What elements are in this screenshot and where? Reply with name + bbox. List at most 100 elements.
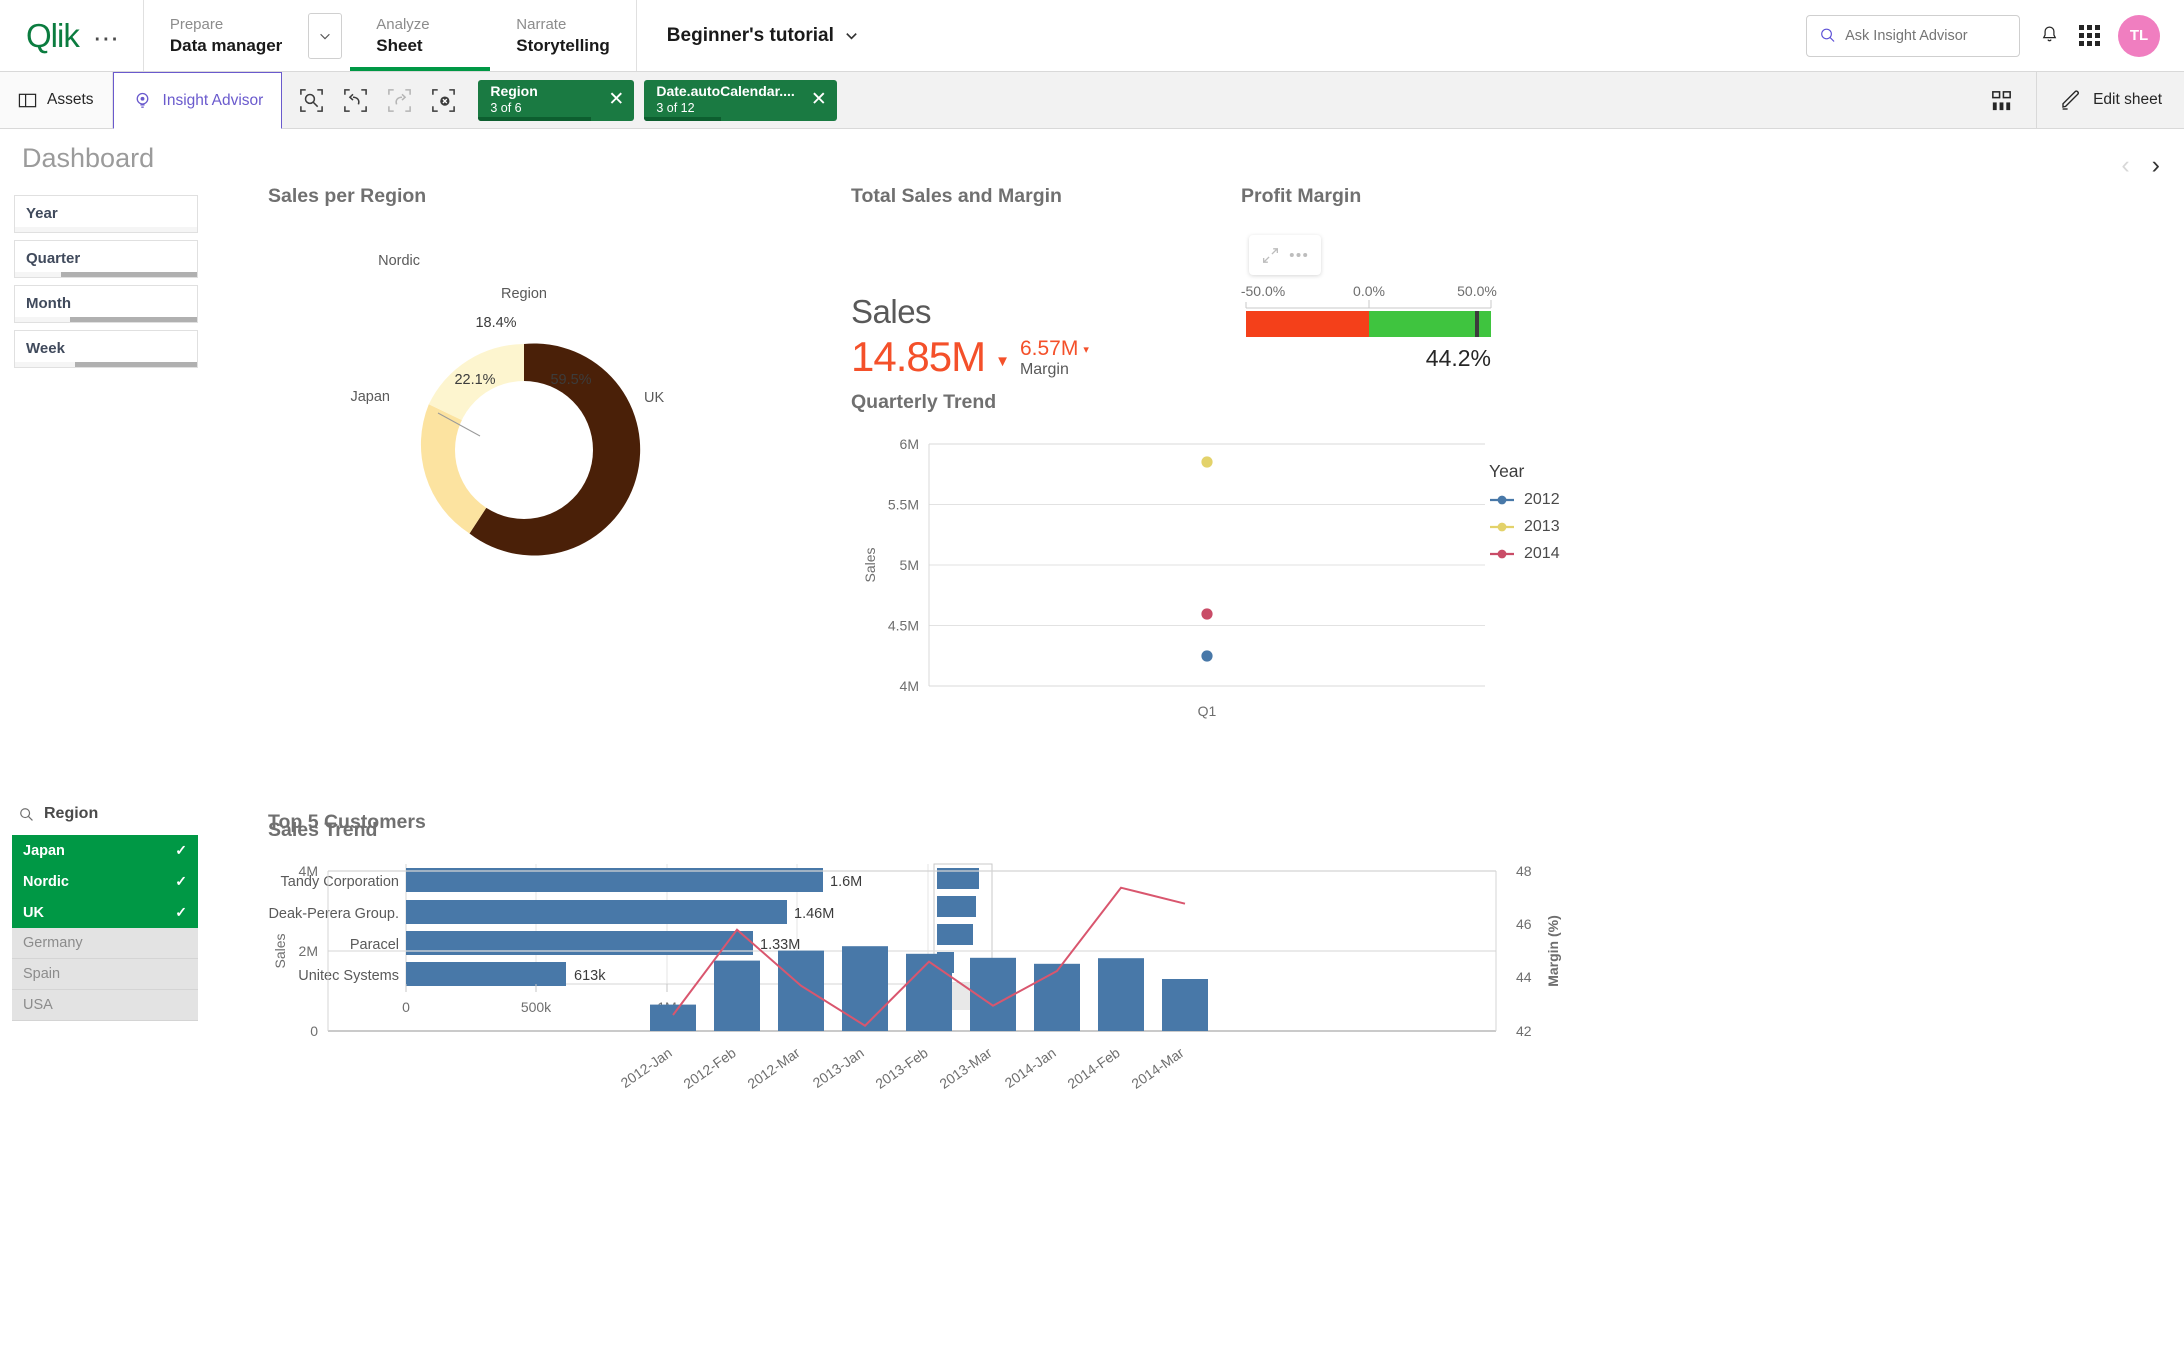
chip-fill-bar [644, 116, 722, 121]
bar-2012-feb[interactable] [714, 960, 760, 1031]
bar-2012-mar[interactable] [778, 950, 824, 1031]
clear-all-selections-icon [431, 88, 455, 112]
chip-field-name: Region [490, 82, 538, 99]
combo-y-ticks-right: 48 46 44 42 [1495, 863, 1532, 1039]
filter-track [15, 227, 197, 232]
nav-prepare-data-manager[interactable]: Prepare Data manager [144, 0, 308, 71]
chip-count: 3 of 12 [656, 100, 695, 115]
assets-panel-toggle[interactable]: Assets [0, 72, 113, 128]
bar-2013-feb[interactable] [906, 953, 952, 1031]
kpi-main-value: 14.85M [851, 333, 986, 380]
nav-analyze-sheet[interactable]: Analyze Sheet [350, 0, 491, 71]
viz-sales-per-region[interactable]: Sales per Region Region Nordic Japan UK … [268, 185, 838, 585]
nav-dropdown-button[interactable] [308, 12, 343, 59]
selection-search-icon [299, 88, 323, 112]
nav-narrate-main: Storytelling [516, 35, 610, 55]
scatter-point-2013[interactable] [1201, 456, 1213, 468]
legend-item-2013[interactable]: 2013 [1489, 518, 1560, 536]
gauge-value-label: 44.2% [1426, 345, 1491, 371]
nav-analyze-main: Sheet [376, 35, 423, 55]
filter-box-quarter[interactable]: Quarter [14, 240, 198, 278]
search-input[interactable] [1845, 27, 2007, 44]
scatter-point-2012[interactable] [1201, 650, 1213, 662]
bar-2014-jan[interactable] [1034, 963, 1080, 1031]
app-name-dropdown[interactable]: Beginner's tutorial [635, 0, 889, 71]
app-name-label: Beginner's tutorial [666, 24, 834, 46]
step-back-icon[interactable] [336, 81, 374, 119]
kpi-secondary-trend-icon: ▾ [1083, 343, 1089, 356]
clear-all-selections-icon[interactable] [424, 81, 462, 119]
viz-profit-margin[interactable]: Profit Margin -50.0% 0.0% 50.0% 44.2% [1241, 185, 1541, 385]
legend-item-2012[interactable]: 2012 [1489, 491, 1560, 509]
page-title: Dashboard [22, 143, 155, 173]
kpi-secondary: 6.57M ▾ Margin [1020, 337, 1089, 381]
filter-box-week[interactable]: Week [14, 330, 198, 368]
search-icon[interactable] [18, 806, 35, 823]
bar-2012-jan[interactable] [650, 1004, 696, 1031]
viz-quarterly-trend[interactable]: Quarterly Trend 6M 5.5M 5M 4.5M 4M Sales [851, 391, 1611, 751]
listbox-item-label: UK [23, 904, 44, 921]
avatar[interactable]: TL [2118, 14, 2160, 57]
donut-chart[interactable]: Region Nordic Japan UK 18.4% 22.1% 59.5% [268, 208, 838, 578]
filter-box-year[interactable]: Year [14, 195, 198, 233]
app-launcher-button[interactable] [2079, 25, 2100, 46]
gauge-tick-max: 50.0% [1457, 283, 1497, 299]
filter-label: Quarter [26, 250, 81, 267]
listbox-item-usa[interactable]: USA [12, 990, 198, 1021]
legend-item-2014[interactable]: 2014 [1489, 545, 1560, 563]
bar-2013-jan[interactable] [842, 946, 888, 1031]
viz-title: Sales Trend [268, 819, 378, 841]
ellipsis-icon[interactable]: ⋯ [89, 25, 125, 51]
scatter-legend: Year 2012 2013 2014 [1489, 461, 1560, 563]
listbox-item-nordic[interactable]: Nordic ✓ [12, 866, 198, 897]
sheet-grid-icon[interactable] [1967, 72, 2036, 128]
viz-title: Total Sales and Margin [851, 185, 1062, 207]
listbox-item-germany[interactable]: Germany [12, 928, 198, 959]
chip-count: 3 of 6 [490, 100, 522, 115]
combo-chart[interactable]: 4M 2M 0 Sales 48 46 44 42 Margin (%) 201… [268, 841, 2158, 1362]
nav-prepare-main: Data manager [169, 35, 283, 55]
chevron-down-icon [320, 33, 331, 39]
ytick-6m: 6M [900, 436, 919, 452]
gauge-marker [1475, 311, 1479, 337]
filter-box-month[interactable]: Month [14, 285, 198, 323]
scatter-points[interactable] [1201, 456, 1213, 662]
viz-total-sales-and-margin[interactable]: Total Sales and Margin Sales 14.85M ▼ 6.… [851, 185, 1321, 385]
selection-chip-date[interactable]: Date.autoCalendar.... 3 of 12 ✕ [644, 79, 837, 121]
listbox-item-japan[interactable]: Japan ✓ [12, 835, 198, 866]
gauge-tick-mid: 0.0% [1353, 283, 1385, 299]
nav-narrate-storytelling[interactable]: Narrate Storytelling [490, 0, 636, 71]
bar-2014-mar[interactable] [1162, 979, 1208, 1031]
selection-chip-region[interactable]: Region 3 of 6 ✕ [478, 79, 635, 121]
topbar-right-group: TL [1806, 0, 2184, 71]
qlik-logo[interactable]: Qlik ⋯ [0, 0, 143, 71]
edit-sheet-button[interactable]: Edit sheet [2037, 72, 2184, 128]
scatter-point-2014[interactable] [1201, 608, 1213, 620]
listbox-item-spain[interactable]: Spain [12, 959, 198, 990]
legend-title: Year [1489, 461, 1525, 481]
bar-2014-feb[interactable] [1098, 958, 1144, 1031]
sheet-grid-icon [1992, 90, 2011, 110]
previous-sheet-button: ‹ [2121, 151, 2130, 179]
filter-track [15, 362, 197, 367]
filter-track [15, 272, 197, 277]
combo-x-labels: 2012-Jan 2012-Feb 2012-Mar 2013-Jan 2013… [618, 1044, 1187, 1092]
selection-search-icon[interactable] [292, 81, 330, 119]
viz-sales-trend[interactable]: Sales Trend 4M 2M 0 Sales 48 46 44 42 Ma… [268, 819, 2158, 1362]
ytick-4m: 4M [299, 863, 318, 879]
gauge-chart[interactable]: -50.0% 0.0% 50.0% 44.2% [1241, 208, 1541, 378]
kpi-secondary-value: 6.57M [1019, 337, 1079, 360]
close-icon[interactable]: ✕ [592, 90, 624, 109]
next-sheet-button[interactable]: › [2152, 153, 2160, 178]
donut-label-japan: Japan [350, 389, 390, 405]
combo-bars[interactable] [650, 946, 1208, 1031]
listbox-item-label: Spain [23, 966, 61, 982]
insight-advisor-search[interactable] [1806, 14, 2020, 57]
bell-icon [2042, 26, 2057, 42]
notifications-button[interactable] [2038, 24, 2061, 47]
search-icon [1821, 28, 1835, 42]
listbox-item-uk[interactable]: UK ✓ [12, 897, 198, 928]
y2tick-48: 48 [1516, 863, 1532, 879]
insight-advisor-tab[interactable]: Insight Advisor [112, 72, 283, 129]
close-icon[interactable]: ✕ [795, 90, 827, 109]
